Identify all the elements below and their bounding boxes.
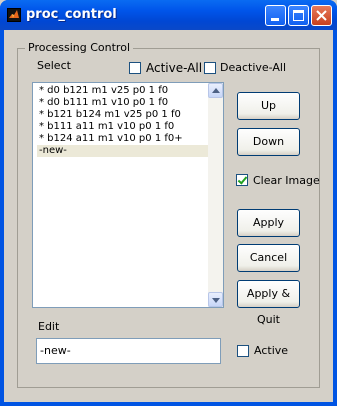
group-title: Processing Control [25, 41, 133, 54]
list-item[interactable]: * d0 b111 m1 v10 p0 1 f0 [37, 97, 209, 109]
list-item[interactable]: * b121 b124 m1 v25 p0 1 f0 [37, 109, 209, 121]
edit-label: Edit [38, 320, 60, 333]
window-title: proc_control [26, 7, 117, 22]
minimize-icon [271, 18, 279, 21]
list-item[interactable]: * d0 b121 m1 v25 p0 1 f0 [37, 85, 209, 97]
minimize-button[interactable] [265, 5, 286, 26]
scroll-down-icon [212, 298, 220, 303]
edit-field[interactable]: -new- [36, 338, 221, 364]
up-button[interactable]: Up [237, 92, 300, 120]
scroll-down-button[interactable] [208, 292, 223, 307]
active-all-label: Active-All [146, 61, 203, 75]
matlab-icon [7, 8, 21, 22]
list-item-selected[interactable]: -new- [37, 145, 209, 157]
maximize-icon [293, 10, 304, 21]
list-items: * d0 b121 m1 v25 p0 1 f0 * d0 b111 m1 v1… [37, 85, 209, 157]
select-label: Select [37, 59, 71, 72]
close-button[interactable] [311, 5, 332, 26]
close-icon [316, 10, 327, 21]
clear-image-checkbox[interactable] [236, 174, 248, 186]
list-item[interactable]: * b124 a11 m1 v10 p0 1 f0+ [37, 133, 209, 145]
active-checkbox[interactable] [237, 345, 249, 357]
cancel-button[interactable]: Cancel [237, 244, 300, 272]
clear-image-label: Clear Image [253, 174, 320, 187]
apply-button[interactable]: Apply [237, 209, 300, 237]
scroll-up-button[interactable] [208, 83, 223, 98]
title-bar[interactable]: proc_control [0, 0, 337, 30]
maximize-button[interactable] [288, 5, 309, 26]
deactive-all-checkbox[interactable] [204, 62, 216, 74]
down-button[interactable]: Down [237, 128, 300, 156]
apply-quit-button[interactable]: Apply & Quit [237, 280, 300, 326]
scroll-up-icon [212, 88, 220, 93]
list-item[interactable]: * b111 a11 m1 v10 p0 1 f0 [37, 121, 209, 133]
active-all-checkbox[interactable] [129, 62, 141, 74]
processing-list[interactable]: * d0 b121 m1 v25 p0 1 f0 * d0 b111 m1 v1… [32, 82, 224, 308]
active-label: Active [254, 344, 289, 357]
app-window: proc_control Processing Control Select A… [0, 0, 337, 406]
deactive-all-label: Deactive-All [220, 61, 287, 74]
list-scrollbar[interactable] [208, 83, 223, 307]
window-client: Processing Control Select Active-All Dea… [4, 30, 333, 402]
